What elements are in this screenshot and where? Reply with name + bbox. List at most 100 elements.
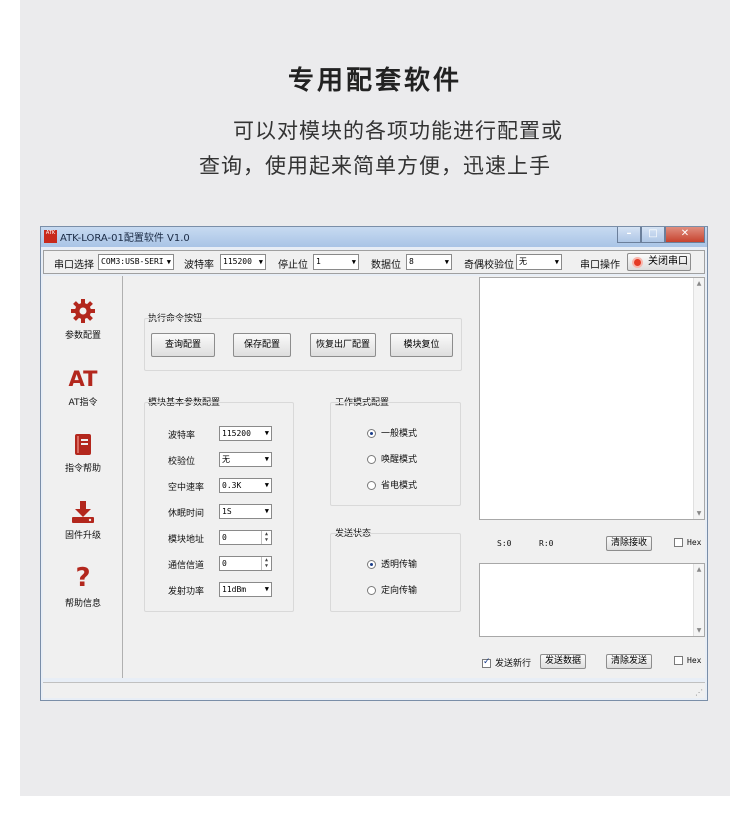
radio-icon <box>367 455 376 464</box>
download-icon <box>72 501 94 523</box>
checkbox-icon <box>482 657 491 668</box>
radio-icon <box>367 429 376 438</box>
port-select-label: 串口选择 <box>54 260 94 271</box>
baud-select[interactable]: 115200 ▼ <box>220 254 266 270</box>
scroll-down-icon[interactable]: ▼ <box>694 627 704 634</box>
radio-icon <box>367 586 376 595</box>
chevron-down-icon: ▼ <box>264 585 269 593</box>
app-logo-icon: ATK <box>44 230 57 243</box>
radio-wakeup-mode[interactable]: 唤醒模式 <box>367 452 417 465</box>
io-pane: ▲ ▼ S:0 R:0 清除接收 Hex ▲ ▼ 发送新行 发送数据 清除发送 … <box>478 276 705 678</box>
sidebar-item-help-info[interactable]: ? 帮助信息 <box>43 564 123 609</box>
status-bar: ⋰ <box>43 682 705 698</box>
config-pane: 执行命令按钮 查询配置 保存配置 恢复出厂配置 模块复位 模块基本参数配置 波特… <box>127 276 475 678</box>
sidebar-item-label: 参数配置 <box>64 331 101 341</box>
radio-icon <box>367 481 376 490</box>
sidebar-item-help-commands[interactable]: 指令帮助 <box>43 433 123 474</box>
send-textarea[interactable]: ▲ ▼ <box>479 563 705 637</box>
at-icon: AT <box>68 367 98 391</box>
chevron-down-icon: ▼ <box>264 429 269 437</box>
received-count: R:0 <box>539 539 554 548</box>
chevron-down-icon: ▼ <box>444 258 449 266</box>
param-address-stepper[interactable]: 0 ▲ ▼ <box>219 530 272 545</box>
stopbits-label: 停止位 <box>278 260 308 271</box>
scroll-up-icon[interactable]: ▲ <box>694 566 704 573</box>
sidebar-item-firmware[interactable]: 固件升级 <box>43 500 123 541</box>
param-label: 发射功率 <box>168 587 205 597</box>
chevron-down-icon: ▼ <box>264 455 269 463</box>
stopbits-select[interactable]: 1 ▼ <box>313 254 359 270</box>
checkbox-icon <box>674 656 683 665</box>
chevron-down-icon: ▼ <box>264 507 269 515</box>
question-icon: ? <box>75 563 91 593</box>
minimize-button[interactable]: – <box>617 227 641 243</box>
close-port-button[interactable]: 关闭串口 <box>627 253 691 271</box>
param-label: 空中速率 <box>168 483 205 493</box>
receive-textarea[interactable]: ▲ ▼ <box>479 277 705 520</box>
window-title: ATK-LORA-01配置软件 V1.0 <box>60 233 190 244</box>
port-select[interactable]: COM3:USB-SERI ▼ <box>98 254 174 270</box>
page-subtitle-line1: 可以对模块的各项功能进行配置或 <box>233 119 563 143</box>
clear-send-button[interactable]: 清除发送 <box>606 654 652 669</box>
chevron-down-icon: ▼ <box>554 258 559 266</box>
sendstate-group <box>330 533 461 612</box>
sidebar: 参数配置 AT AT指令 指令帮助 固件升级 ? 帮助信息 <box>43 276 123 678</box>
query-config-button[interactable]: 查询配置 <box>151 333 215 357</box>
databits-label: 数据位 <box>371 260 401 271</box>
checkbox-icon <box>674 538 683 547</box>
sidebar-item-label: AT指令 <box>68 398 98 408</box>
send-hex-checkbox[interactable]: Hex <box>674 656 701 665</box>
sidebar-item-label: 帮助信息 <box>64 599 101 609</box>
scroll-down-icon[interactable]: ▼ <box>694 510 704 517</box>
chevron-down-icon: ▼ <box>351 258 356 266</box>
sidebar-item-label: 指令帮助 <box>64 464 101 474</box>
baud-label: 波特率 <box>184 260 214 271</box>
parity-select[interactable]: 无 ▼ <box>516 254 562 270</box>
send-newline-checkbox[interactable]: 发送新行 <box>482 656 531 669</box>
chevron-down-icon: ▼ <box>258 258 263 266</box>
param-label: 波特率 <box>168 431 196 441</box>
radio-transparent[interactable]: 透明传输 <box>367 557 417 570</box>
resize-grip-icon[interactable]: ⋰ <box>695 688 703 697</box>
sidebar-item-at[interactable]: AT AT指令 <box>43 367 123 408</box>
scroll-up-icon[interactable]: ▲ <box>694 280 704 287</box>
sidebar-item-params[interactable]: 参数配置 <box>43 298 123 341</box>
radio-normal-mode[interactable]: 一般模式 <box>367 426 417 439</box>
param-airrate-select[interactable]: 0.3K ▼ <box>219 478 272 493</box>
param-label: 模块地址 <box>168 535 205 545</box>
param-parity-select[interactable]: 无 ▼ <box>219 452 272 467</box>
chevron-down-icon: ▼ <box>264 481 269 489</box>
close-window-button[interactable]: ✕ <box>665 227 705 243</box>
databits-select[interactable]: 8 ▼ <box>406 254 452 270</box>
param-power-select[interactable]: 11dBm ▼ <box>219 582 272 597</box>
page-title: 专用配套软件 <box>287 66 462 96</box>
param-sleep-select[interactable]: 1S ▼ <box>219 504 272 519</box>
app-window: ATK ATK-LORA-01配置软件 V1.0 – □ ✕ 串口选择 COM3… <box>40 226 708 701</box>
spinner-arrows-icon[interactable]: ▲ ▼ <box>261 531 271 544</box>
maximize-button[interactable]: □ <box>641 227 665 243</box>
sent-count: S:0 <box>497 539 512 548</box>
receive-hex-checkbox[interactable]: Hex <box>674 538 701 547</box>
sidebar-item-label: 固件升级 <box>64 531 101 541</box>
param-label: 校验位 <box>168 457 196 467</box>
factory-reset-button[interactable]: 恢复出厂配置 <box>310 333 376 357</box>
spinner-arrows-icon[interactable]: ▲ ▼ <box>261 557 271 570</box>
param-label: 通信信道 <box>168 561 205 571</box>
book-icon <box>75 434 91 455</box>
send-scrollbar[interactable]: ▲ ▼ <box>693 564 704 636</box>
radio-powersave-mode[interactable]: 省电模式 <box>367 478 417 491</box>
module-reset-button[interactable]: 模块复位 <box>390 333 453 357</box>
status-dot-icon <box>632 257 643 268</box>
clear-receive-button[interactable]: 清除接收 <box>606 536 652 551</box>
receive-scrollbar[interactable]: ▲ ▼ <box>693 278 704 519</box>
send-data-button[interactable]: 发送数据 <box>540 654 586 669</box>
serial-toolbar: 串口选择 COM3:USB-SERI ▼ 波特率 115200 ▼ 停止位 1 ▼ 数… <box>43 250 705 274</box>
param-baud-select[interactable]: 115200 ▼ <box>219 426 272 441</box>
title-bar[interactable]: ATK ATK-LORA-01配置软件 V1.0 – □ ✕ <box>41 227 707 247</box>
page-subtitle-line2: 查询，使用起来简单方便，迅速上手 <box>199 154 551 178</box>
radio-icon <box>367 560 376 569</box>
radio-directed[interactable]: 定向传输 <box>367 583 417 596</box>
param-channel-stepper[interactable]: 0 ▲ ▼ <box>219 556 272 571</box>
parity-label: 奇偶校验位 <box>464 260 514 271</box>
save-config-button[interactable]: 保存配置 <box>233 333 291 357</box>
